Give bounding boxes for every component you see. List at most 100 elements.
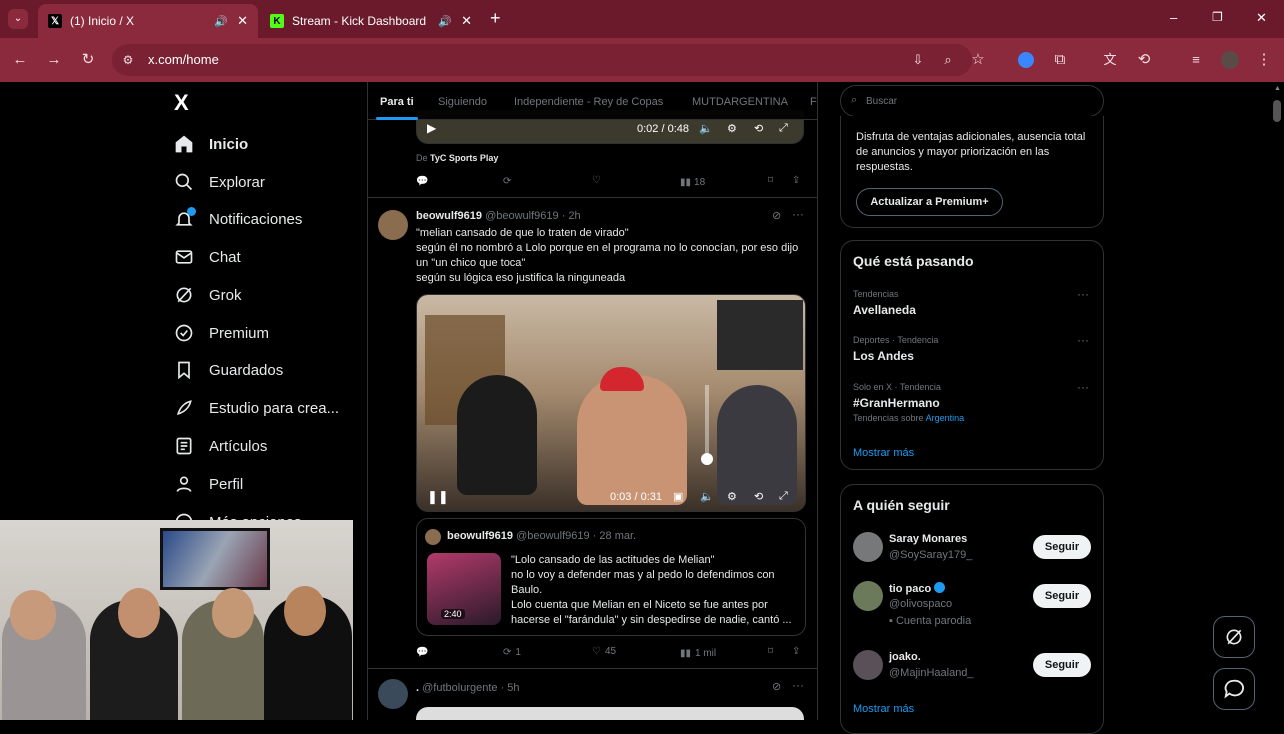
views-count[interactable]: ▮▮ 18 bbox=[680, 177, 705, 188]
pip-icon[interactable]: ⟲ bbox=[754, 122, 763, 135]
more-icon[interactable]: ··· bbox=[1077, 287, 1089, 301]
extension-icon[interactable] bbox=[1016, 50, 1036, 70]
grok-icon[interactable]: ⊘ bbox=[772, 209, 781, 222]
star-icon[interactable]: ☆ bbox=[968, 50, 988, 70]
show-more-follow[interactable]: Mostrar más bbox=[853, 703, 914, 715]
tab-siguiendo[interactable]: Siguiendo bbox=[438, 96, 487, 108]
volume-icon[interactable]: 🔈 bbox=[699, 122, 713, 135]
maximize-button[interactable]: ❐ bbox=[1212, 10, 1223, 24]
follow-button[interactable]: Seguir bbox=[1033, 584, 1091, 608]
settings-icon[interactable]: ⚙ bbox=[727, 490, 737, 503]
post-futbolurgente[interactable]: . @futbolurgente · 5h ⊘ ··· bbox=[368, 669, 817, 720]
url-text[interactable]: x.com/home bbox=[148, 52, 219, 67]
views-count[interactable]: ▮▮ 1 mil bbox=[680, 648, 716, 659]
volume-icon[interactable]: 🔈 bbox=[700, 490, 714, 503]
follow-item[interactable]: Saray Monares @SoySaray179_ Seguir bbox=[841, 527, 1103, 571]
avatar[interactable] bbox=[378, 679, 408, 709]
tab-mutdargentina[interactable]: MUTDARGENTINA bbox=[692, 96, 788, 108]
play-icon[interactable]: ▶ bbox=[427, 121, 436, 135]
reply-icon[interactable]: 💬 bbox=[416, 647, 428, 658]
bookmark-icon[interactable]: ⌑ bbox=[768, 646, 773, 657]
close-tab-icon[interactable]: ✕ bbox=[461, 13, 472, 29]
source-name[interactable]: TyC Sports Play bbox=[430, 153, 498, 163]
puzzle-icon[interactable]: ⧉ bbox=[1050, 50, 1070, 70]
follow-item[interactable]: joako. @MajinHaaland_ Seguir bbox=[841, 645, 1103, 689]
sidebar-item-perfil[interactable]: Perfil bbox=[174, 474, 243, 494]
profile-avatar[interactable] bbox=[1220, 50, 1240, 70]
speaker-icon[interactable]: 🔊 bbox=[214, 15, 228, 28]
grok-fab[interactable] bbox=[1213, 616, 1255, 658]
fullscreen-icon[interactable]: ⤢ bbox=[779, 122, 788, 135]
translate-icon[interactable]: 文 bbox=[1100, 50, 1120, 70]
tab-kick-dashboard[interactable]: K Stream - Kick Dashboard 🔊 ✕ bbox=[260, 4, 482, 38]
reply-icon[interactable]: 💬 bbox=[416, 176, 428, 187]
more-icon[interactable]: ··· bbox=[1077, 333, 1089, 347]
like-count[interactable]: ♡ 45 bbox=[592, 646, 616, 657]
tab-para-ti[interactable]: Para ti bbox=[380, 96, 414, 108]
messages-fab[interactable] bbox=[1213, 668, 1255, 710]
zoom-icon[interactable]: ⌕ bbox=[938, 50, 958, 70]
quoted-post[interactable]: beowulf9619 @beowulf9619 · 28 mar. 2:40 … bbox=[416, 518, 806, 636]
tab-independiente[interactable]: Independiente - Rey de Copas bbox=[514, 96, 663, 108]
like-icon[interactable]: ♡ bbox=[592, 175, 601, 186]
settings-icon[interactable]: ⚙ bbox=[727, 122, 737, 135]
fullscreen-icon[interactable]: ⤢ bbox=[779, 490, 788, 503]
new-tab-button[interactable]: + bbox=[490, 8, 501, 29]
follow-button[interactable]: Seguir bbox=[1033, 535, 1091, 559]
retweet-icon[interactable]: ⟳ bbox=[503, 176, 511, 187]
sidebar-item-premium[interactable]: Premium bbox=[174, 323, 269, 343]
scroll-up-arrow[interactable]: ▲ bbox=[1274, 85, 1281, 92]
address-bar[interactable] bbox=[112, 44, 972, 76]
site-info-icon[interactable]: ⚙ bbox=[118, 50, 138, 70]
video-player[interactable]: ❚❚ 0:03 / 0:31 ▣ 🔈 ⚙ ⟲ ⤢ bbox=[416, 294, 806, 512]
captions-icon[interactable]: ▣ bbox=[673, 490, 683, 503]
back-icon[interactable]: ← bbox=[10, 50, 30, 70]
sidebar-item-notificaciones[interactable]: Notificaciones bbox=[174, 207, 302, 229]
media-icon[interactable]: ≡ bbox=[1186, 50, 1206, 70]
avatar[interactable] bbox=[378, 210, 408, 240]
author-name[interactable]: beowulf9619 bbox=[416, 210, 482, 222]
tab-search-button[interactable]: ⌄ bbox=[8, 9, 28, 29]
tab-x-home[interactable]: 𝕏 (1) Inicio / X 🔊 ✕ bbox=[38, 4, 258, 38]
sidebar-item-grok[interactable]: Grok bbox=[174, 285, 242, 305]
bookmark-icon[interactable]: ⌑ bbox=[768, 175, 773, 186]
tab-fu[interactable]: Fu bbox=[810, 96, 817, 108]
scroll-thumb[interactable] bbox=[1273, 100, 1281, 122]
media-preview[interactable] bbox=[416, 707, 804, 720]
grok-icon[interactable]: ⊘ bbox=[772, 680, 781, 693]
more-icon[interactable]: ··· bbox=[792, 207, 804, 221]
follow-button[interactable]: Seguir bbox=[1033, 653, 1091, 677]
close-window-button[interactable]: ✕ bbox=[1256, 10, 1267, 26]
trend-item[interactable]: Deportes · Tendencia Los Andes ··· bbox=[841, 331, 1103, 371]
history-icon[interactable]: ⟲ bbox=[1134, 50, 1154, 70]
close-tab-icon[interactable]: ✕ bbox=[237, 13, 248, 29]
more-icon[interactable]: ··· bbox=[792, 678, 804, 692]
sidebar-item-guardados[interactable]: Guardados bbox=[174, 360, 283, 380]
pause-icon[interactable]: ❚❚ bbox=[427, 489, 449, 505]
x-logo[interactable]: X bbox=[174, 90, 189, 116]
install-app-icon[interactable]: ⇩ bbox=[908, 50, 928, 70]
scrollbar[interactable]: ▲ bbox=[1270, 82, 1284, 720]
show-more-trends[interactable]: Mostrar más bbox=[853, 447, 914, 459]
share-icon[interactable]: ⇪ bbox=[792, 175, 800, 186]
pip-icon[interactable]: ⟲ bbox=[754, 490, 763, 503]
author-handle[interactable]: @futbolurgente · 5h bbox=[422, 682, 519, 694]
reload-icon[interactable]: ↻ bbox=[78, 50, 98, 70]
post-beowulf[interactable]: beowulf9619 @beowulf9619 · 2h ⊘ ··· "mel… bbox=[368, 198, 817, 669]
sidebar-item-inicio[interactable]: Inicio bbox=[174, 134, 248, 154]
sidebar-item-chat[interactable]: Chat bbox=[174, 247, 241, 267]
trend-context-link[interactable]: Argentina bbox=[926, 413, 965, 423]
author-name[interactable]: . bbox=[416, 682, 419, 694]
more-icon[interactable]: ··· bbox=[1077, 380, 1089, 394]
speaker-icon[interactable]: 🔊 bbox=[438, 15, 452, 28]
volume-slider[interactable] bbox=[701, 385, 713, 465]
premium-upgrade-button[interactable]: Actualizar a Premium+ bbox=[856, 188, 1003, 216]
forward-icon[interactable]: → bbox=[44, 50, 64, 70]
sidebar-item-articulos[interactable]: Artículos bbox=[174, 436, 267, 456]
follow-item[interactable]: tio paco @olivospaco ▪ Cuenta parodia Se… bbox=[841, 577, 1103, 633]
minimize-button[interactable]: – bbox=[1170, 10, 1177, 25]
author-handle[interactable]: @beowulf9619 · 2h bbox=[485, 210, 581, 222]
retweet-count[interactable]: ⟳ 1 bbox=[503, 647, 521, 658]
share-icon[interactable]: ⇪ bbox=[792, 646, 800, 657]
search-input[interactable]: ⌕ Buscar bbox=[840, 85, 1104, 117]
